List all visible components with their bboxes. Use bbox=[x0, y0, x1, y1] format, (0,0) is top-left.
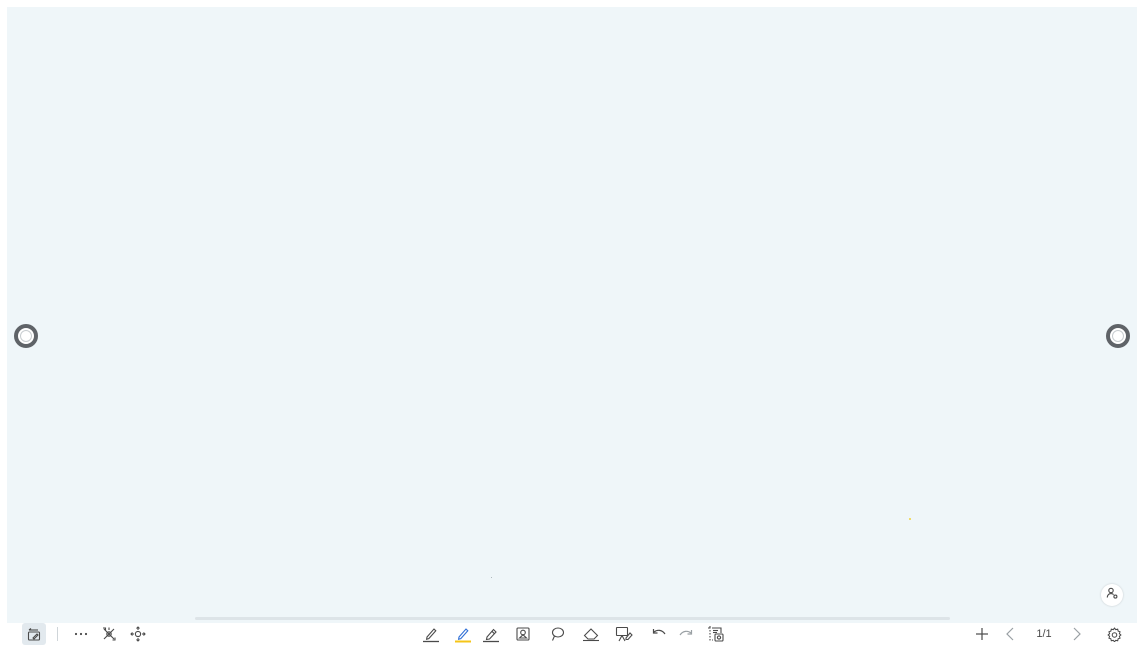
shape-icon bbox=[515, 626, 531, 642]
chevron-right-icon bbox=[1072, 627, 1082, 641]
more-dots-icon bbox=[74, 632, 88, 636]
lasso-icon bbox=[549, 626, 565, 642]
canvas-stroke-dot bbox=[491, 577, 492, 578]
next-page-button[interactable] bbox=[1069, 623, 1085, 645]
left-panel-handle[interactable] bbox=[14, 324, 38, 348]
pen-tool-button[interactable] bbox=[420, 623, 442, 645]
marker-icon bbox=[482, 625, 500, 643]
user-icon bbox=[1106, 586, 1118, 604]
right-panel-handle[interactable] bbox=[1106, 324, 1130, 348]
tools-button[interactable] bbox=[99, 623, 119, 645]
more-button[interactable] bbox=[72, 623, 90, 645]
move-button[interactable] bbox=[128, 623, 148, 645]
marker-tool-button[interactable] bbox=[480, 623, 502, 645]
gear-icon bbox=[1106, 626, 1122, 642]
redo-icon bbox=[678, 628, 694, 640]
settings-button[interactable] bbox=[1104, 623, 1124, 645]
shape-tool-button[interactable] bbox=[513, 623, 533, 645]
lasso-tool-button[interactable] bbox=[547, 623, 567, 645]
toolbar-divider bbox=[57, 627, 58, 641]
pen-icon bbox=[422, 625, 440, 643]
whiteboard-edit-icon bbox=[26, 626, 42, 642]
add-page-button[interactable] bbox=[972, 623, 992, 645]
clear-board-icon bbox=[615, 626, 633, 642]
undo-button[interactable] bbox=[650, 623, 668, 645]
redo-button[interactable] bbox=[677, 623, 695, 645]
drawing-canvas[interactable] bbox=[7, 7, 1137, 623]
whiteboard-mode-button[interactable] bbox=[22, 623, 46, 645]
whiteboard-app: 1/1 bbox=[0, 0, 1144, 645]
screenshot-icon bbox=[707, 625, 725, 643]
chevron-left-icon bbox=[1005, 627, 1015, 641]
prev-page-button[interactable] bbox=[1002, 623, 1018, 645]
eraser-tool-button[interactable] bbox=[580, 623, 602, 645]
page-indicator: 1/1 bbox=[1036, 628, 1052, 640]
eraser-icon bbox=[582, 626, 600, 642]
horizontal-scrollbar[interactable] bbox=[195, 617, 950, 620]
clear-board-button[interactable] bbox=[613, 623, 635, 645]
highlighter-tool-button[interactable] bbox=[452, 623, 474, 645]
screenshot-button[interactable] bbox=[705, 623, 727, 645]
undo-icon bbox=[651, 628, 667, 640]
plus-icon bbox=[975, 627, 989, 641]
move-arrows-icon bbox=[130, 626, 146, 642]
highlighter-icon bbox=[454, 625, 472, 643]
tools-icon bbox=[101, 626, 117, 642]
canvas-stroke-dot bbox=[909, 518, 911, 520]
user-button[interactable] bbox=[1101, 584, 1123, 606]
bottom-toolbar: 1/1 bbox=[0, 623, 1144, 645]
